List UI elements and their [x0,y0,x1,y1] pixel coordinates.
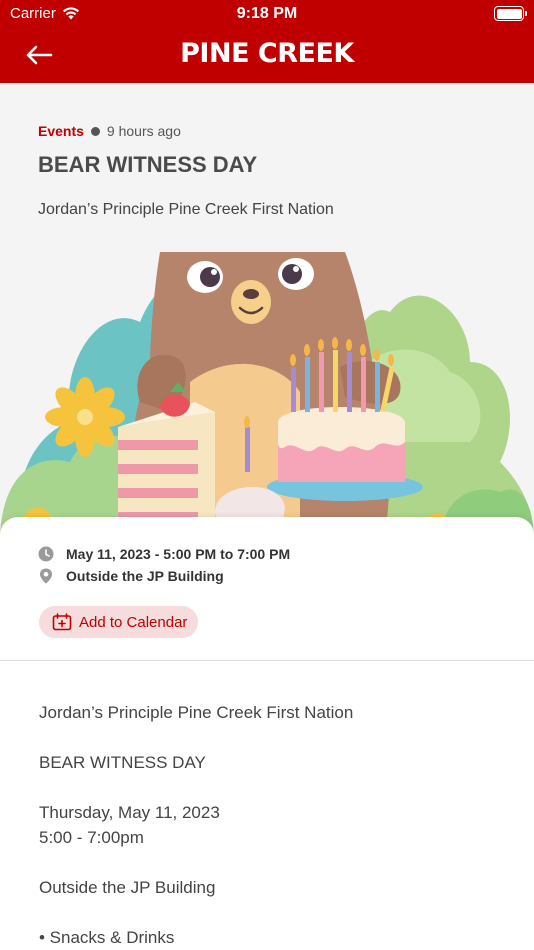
clock-icon [38,546,54,562]
description-line: BEAR WITNESS DAY [39,753,206,772]
article-subtitle: Jordan’s Principle Pine Creek First Nati… [38,201,334,218]
clock: 9:18 PM [236,5,298,22]
article-meta: Events 9 hours ago [38,123,181,139]
status-bar: Carrier 9:18 PM [0,0,534,28]
calendar-plus-icon [52,613,72,631]
separator-dot [90,126,100,136]
event-location: Outside the JP Building [66,568,224,584]
description-line: Jordan’s Principle Pine Creek First Nati… [39,703,354,722]
description-line: • Snacks & Drinks [39,928,175,947]
page-title: BEAR WITNESS DAY [38,152,258,177]
app-title: PINE CREEK [180,38,354,69]
description-time: 5:00 - 7:00pm [39,828,144,847]
event-location-row: Outside the JP Building [38,568,224,584]
event-datetime-row: May 11, 2023 - 5:00 PM to 7:00 PM [38,546,290,562]
add-to-calendar-label: Add to Calendar [79,613,188,631]
article-header: Events 9 hours ago BEAR WITNESS DAY Jord… [0,83,534,253]
event-illustration [0,252,534,542]
divider [0,660,534,661]
description-date: Thursday, May 11, 2023 [39,803,220,822]
event-datetime: May 11, 2023 - 5:00 PM to 7:00 PM [66,546,291,562]
timestamp: 9 hours ago [106,123,181,139]
event-description: Jordan’s Principle Pine Creek First Nati… [39,700,509,950]
battery-icon [494,6,527,21]
description-line: Thursday, May 11, 2023 5:00 - 7:00pm [39,800,509,850]
event-details-card: May 11, 2023 - 5:00 PM to 7:00 PM Outsid… [0,517,534,950]
category-label[interactable]: Events [38,123,84,139]
description-line: Outside the JP Building [39,878,216,897]
nav-bar: PINE CREEK [0,28,534,83]
location-pin-icon [38,568,54,584]
add-to-calendar-button[interactable]: Add to Calendar [39,606,199,638]
